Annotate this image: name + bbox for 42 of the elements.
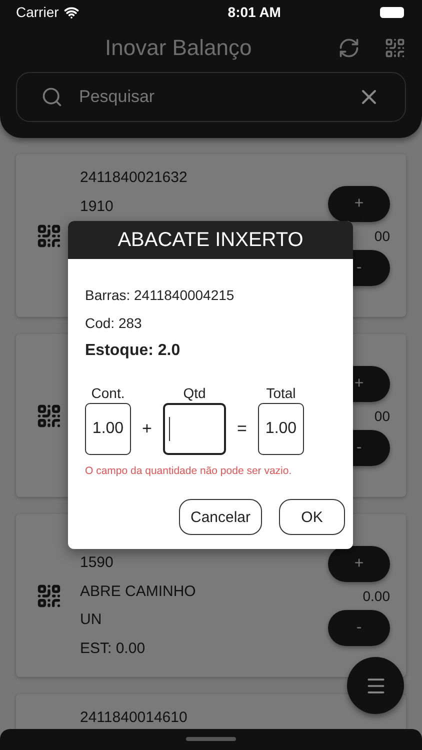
- field-label: Qtd: [183, 385, 206, 401]
- error-message: O campo da quantidade não pode ser vazio.: [85, 465, 293, 477]
- cancel-button[interactable]: Cancelar: [179, 499, 262, 535]
- product-text: EST: 0.00: [80, 638, 146, 658]
- qr-code-icon[interactable]: [36, 402, 62, 428]
- count-value: 0.00: [362, 588, 390, 604]
- search-field[interactable]: Pesquisar: [16, 72, 406, 122]
- count-value: 00: [374, 228, 390, 244]
- product-text: 2411840021632: [80, 168, 188, 188]
- search-input[interactable]: Pesquisar: [77, 86, 343, 108]
- ok-button[interactable]: OK: [279, 499, 345, 535]
- code-text: Cod: 283: [85, 314, 143, 333]
- operator-sign: =: [236, 419, 248, 440]
- increment-button[interactable]: +: [328, 186, 390, 222]
- product-text: 1910: [80, 196, 114, 216]
- app-title: Inovar Balanço: [105, 35, 253, 61]
- qr-code-icon[interactable]: [36, 222, 62, 248]
- battery-icon: [380, 6, 404, 18]
- increment-button[interactable]: +: [328, 546, 390, 582]
- product-text: 2411840014610: [80, 708, 188, 728]
- stock-text: Estoque: 2.0: [85, 341, 182, 361]
- status-time: 8:01 AM: [228, 4, 281, 20]
- product-text: UN: [80, 610, 103, 630]
- sync-button[interactable]: [338, 37, 360, 59]
- operator-sign: +: [141, 419, 153, 440]
- carrier-label: Carrier: [16, 4, 59, 20]
- search-icon: [41, 86, 63, 108]
- dialog-title: ABACATE INXERTO: [68, 221, 353, 259]
- home-indicator: [186, 737, 236, 741]
- count-value: 00: [374, 408, 390, 424]
- product-text: 1590: [80, 553, 114, 573]
- qr-code-icon[interactable]: [36, 582, 62, 608]
- input-field[interactable]: 1.00: [85, 403, 131, 455]
- barcode-text: Barras: 2411840004215: [85, 286, 236, 305]
- product-text: ABRE CAMINHO: [80, 582, 197, 602]
- input-field[interactable]: [163, 403, 226, 455]
- decrement-button[interactable]: -: [328, 610, 390, 646]
- field-label: Total: [266, 385, 296, 401]
- input-field[interactable]: 1.00: [258, 403, 304, 455]
- field-label: Cont.: [91, 385, 125, 401]
- qr-code-button[interactable]: [384, 37, 406, 59]
- wifi-icon: [64, 4, 79, 20]
